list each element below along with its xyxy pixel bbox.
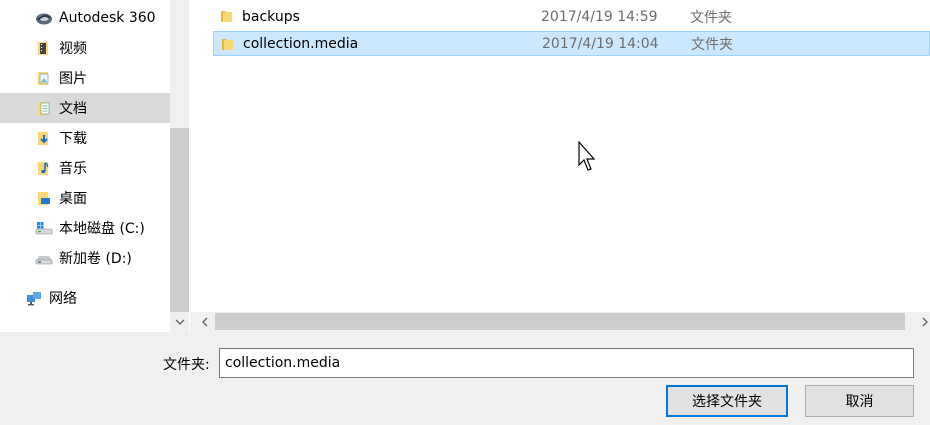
scroll-left-arrow-icon[interactable] [195, 312, 215, 332]
folder-icon [220, 9, 234, 23]
file-row-backups[interactable]: backups 2017/4/19 14:59 文件夹 [213, 4, 930, 29]
downloads-folder-icon [35, 129, 53, 147]
mouse-pointer-icon [578, 140, 598, 173]
nav-item-autodesk-360[interactable]: Autodesk 360 [0, 3, 170, 33]
pictures-folder-icon [35, 69, 53, 87]
sidebar-scrollbar-thumb[interactable] [170, 128, 189, 312]
nav-item-documents[interactable]: 文档 [0, 93, 170, 123]
folder-icon [221, 37, 235, 51]
scroll-right-arrow-icon[interactable] [915, 312, 930, 332]
file-row-collection-media[interactable]: collection.media 2017/4/19 14:04 文件夹 [213, 31, 930, 56]
file-list: backups 2017/4/19 14:59 文件夹 collection.m… [190, 0, 930, 312]
cancel-button[interactable]: 取消 [805, 385, 914, 417]
video-folder-icon [35, 39, 53, 57]
nav-item-drive-d[interactable]: 新加卷 (D:) [0, 243, 170, 273]
sidebar-scrollbar[interactable] [170, 0, 189, 332]
nav-item-videos[interactable]: 视频 [0, 33, 170, 63]
nav-item-pictures[interactable]: 图片 [0, 63, 170, 93]
network-icon [25, 289, 43, 307]
drive-icon [35, 249, 53, 267]
file-list-horizontal-scrollbar[interactable] [190, 312, 930, 332]
nav-item-desktop[interactable]: 桌面 [0, 183, 170, 213]
scroll-down-arrow-icon[interactable] [170, 312, 189, 332]
desktop-folder-icon [35, 189, 53, 207]
nav-item-drive-c[interactable]: 本地磁盘 (C:) [0, 213, 170, 243]
folder-field-label: 文件夹: [163, 357, 210, 373]
nav-item-network[interactable]: 网络 [0, 283, 170, 312]
folder-name-input[interactable] [219, 348, 914, 378]
documents-folder-icon [35, 99, 53, 117]
system-drive-icon [35, 219, 53, 237]
autodesk-cloud-icon [35, 9, 53, 27]
select-folder-button[interactable]: 选择文件夹 [666, 385, 788, 417]
nav-item-music[interactable]: 音乐 [0, 153, 170, 183]
dialog-footer: 文件夹: 选择文件夹 取消 [0, 332, 930, 425]
navigation-pane: Autodesk 360 视频 图片 文档 下载 音乐 桌面 本地磁盘 (C:)… [0, 0, 170, 312]
nav-item-downloads[interactable]: 下载 [0, 123, 170, 153]
horizontal-scrollbar-thumb[interactable] [215, 313, 905, 330]
music-folder-icon [35, 159, 53, 177]
